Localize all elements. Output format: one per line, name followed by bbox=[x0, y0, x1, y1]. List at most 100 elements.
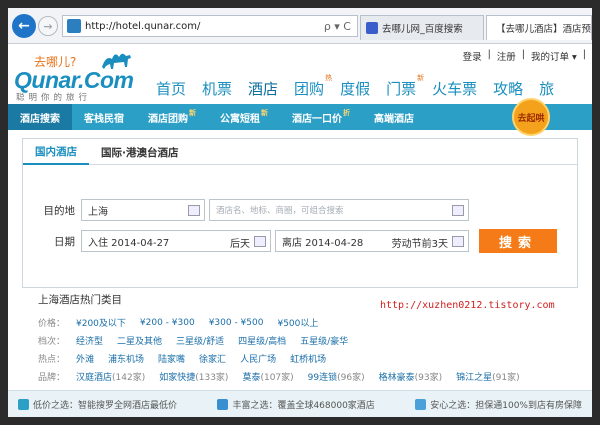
category-link[interactable]: 人民广场 bbox=[240, 352, 276, 365]
brand-link[interactable]: 如家快捷(133家) bbox=[159, 370, 228, 383]
baidu-favicon-icon bbox=[366, 22, 378, 34]
shield-icon bbox=[415, 398, 427, 410]
brand-link[interactable]: 莫泰(107家) bbox=[242, 370, 293, 383]
subnav-hotel-groupbuy[interactable]: 酒店团购新 bbox=[136, 104, 208, 130]
checkin-value: 入住 2014-04-27 bbox=[88, 237, 170, 249]
price-row: 价格： ¥200及以下 ¥200 - ¥300 ¥300 - ¥500 ¥500… bbox=[38, 316, 332, 330]
tab-label: 【去哪儿酒店】酒店预 bbox=[496, 24, 592, 35]
tab-international-hotels[interactable]: 国际·港澳台酒店 bbox=[89, 139, 191, 165]
city-picker-icon[interactable] bbox=[188, 205, 200, 216]
row-label: 热点： bbox=[38, 355, 66, 365]
category-link[interactable]: 徐家汇 bbox=[199, 352, 226, 365]
hotel-search-panel: 国内酒店 国际·港澳台酒店 目的地 上海 酒店名、地标、商圈，可组合搜索 日期 … bbox=[22, 138, 578, 288]
watermark-text: http://xuzhen0212.tistory.com bbox=[380, 300, 555, 311]
category-link[interactable]: 三星级/舒适 bbox=[176, 334, 224, 347]
nav-home[interactable]: 首页 bbox=[148, 75, 194, 101]
nav-groupbuy[interactable]: 团购热 bbox=[286, 74, 332, 101]
category-link[interactable]: 外滩 bbox=[76, 352, 94, 365]
login-link[interactable]: 登录 bbox=[463, 49, 482, 63]
browser-tab-baidu[interactable]: 去哪儿网_百度搜索 bbox=[360, 15, 484, 40]
checkout-value: 离店 2014-04-28 bbox=[282, 237, 364, 249]
row-label: 档次： bbox=[38, 337, 66, 347]
divider: | bbox=[582, 49, 586, 60]
keyword-picker-icon[interactable] bbox=[452, 205, 464, 216]
category-link[interactable]: 五星级/豪华 bbox=[300, 334, 348, 347]
subnav-fixed-price[interactable]: 酒店一口价折 bbox=[280, 104, 362, 130]
destination-input[interactable]: 上海 bbox=[81, 199, 205, 221]
feature-guarantee: 安心之选：担保通100%到店有房保障 bbox=[415, 398, 582, 411]
nav-train[interactable]: 火车票 bbox=[424, 75, 485, 101]
brand-name: 格林豪泰 bbox=[378, 373, 415, 383]
category-link[interactable]: 虹桥机场 bbox=[290, 352, 326, 365]
brand-name: 莫泰 bbox=[242, 373, 261, 383]
url-text[interactable]: http://hotel.qunar.com/ bbox=[85, 21, 324, 32]
brand-count: (93家) bbox=[414, 373, 443, 383]
category-link[interactable]: 经济型 bbox=[76, 334, 103, 347]
category-link[interactable]: ¥500以上 bbox=[277, 316, 318, 329]
category-link[interactable]: 四星级/高档 bbox=[238, 334, 286, 347]
popular-title: 上海酒店热门类目 bbox=[38, 294, 122, 306]
back-button[interactable]: ← bbox=[12, 14, 36, 38]
brand-count: (107家) bbox=[260, 373, 294, 383]
checkout-note: 劳动节前3天 bbox=[391, 239, 448, 250]
new-badge: 新 bbox=[261, 109, 268, 117]
brand-name: 如家快捷 bbox=[159, 373, 196, 383]
nav-tickets[interactable]: 门票新 bbox=[378, 74, 424, 101]
nav-vacation[interactable]: 度假 bbox=[332, 75, 378, 101]
brand-link[interactable]: 锦江之星(91家) bbox=[456, 370, 520, 383]
brand-link[interactable]: 汉庭酒店(142家) bbox=[76, 370, 145, 383]
subnav-hotel-search[interactable]: 酒店搜索 bbox=[8, 104, 72, 130]
hotel-subnav: 酒店搜索 客栈民宿 酒店团购新 公寓短租新 酒店一口价折 高端酒店 bbox=[8, 104, 592, 130]
register-link[interactable]: 注册 bbox=[497, 49, 516, 63]
subnav-inn[interactable]: 客栈民宿 bbox=[72, 104, 136, 130]
row-label: 品牌： bbox=[38, 373, 66, 383]
category-link[interactable]: 二星及其他 bbox=[117, 334, 162, 347]
qunar-logo[interactable]: 去哪儿? Qunar.Com 聪明你的旅行 bbox=[14, 47, 144, 103]
subnav-label: 酒店一口价 bbox=[292, 113, 342, 125]
keyword-input[interactable]: 酒店名、地标、商圈，可组合搜索 bbox=[209, 199, 469, 221]
feature-text: 安心之选：担保通100%到店有房保障 bbox=[430, 400, 582, 411]
browser-tab-qunar[interactable]: 【去哪儿酒店】酒店预 bbox=[486, 15, 592, 40]
destination-row: 目的地 上海 酒店名、地标、商圈，可组合搜索 bbox=[23, 199, 469, 221]
nav-flights[interactable]: 机票 bbox=[194, 75, 240, 101]
nav-label: 度假 bbox=[340, 79, 371, 98]
checkout-input[interactable]: 离店 2014-04-28 劳动节前3天 bbox=[275, 230, 469, 252]
subnav-luxury[interactable]: 高端酒店 bbox=[362, 104, 426, 130]
date-label: 日期 bbox=[54, 235, 75, 248]
subnav-label: 公寓短租 bbox=[220, 113, 260, 125]
feature-low-price: 低价之选：智能搜罗全网酒店最低价 bbox=[18, 398, 177, 411]
brand-name: 锦江之星 bbox=[456, 373, 493, 383]
nav-label: 火车票 bbox=[432, 79, 478, 98]
category-link[interactable]: ¥300 - ¥500 bbox=[209, 318, 264, 328]
category-link[interactable]: ¥200及以下 bbox=[76, 316, 126, 329]
subnav-apartment[interactable]: 公寓短租新 bbox=[208, 104, 280, 130]
nav-hotels[interactable]: 酒店 bbox=[240, 75, 286, 101]
tab-label: 去哪儿网_百度搜索 bbox=[382, 24, 463, 35]
subnav-label: 高端酒店 bbox=[374, 113, 414, 125]
tab-domestic-hotels[interactable]: 国内酒店 bbox=[23, 139, 89, 165]
keyword-placeholder: 酒店名、地标、商圈，可组合搜索 bbox=[216, 206, 344, 216]
calendar-icon[interactable] bbox=[452, 236, 464, 247]
forward-button[interactable]: → bbox=[38, 16, 58, 36]
nav-travel[interactable]: 旅 bbox=[531, 75, 562, 101]
discount-badge: 折 bbox=[343, 109, 350, 117]
checkin-input[interactable]: 入住 2014-04-27 后天 bbox=[81, 230, 271, 252]
tag-icon bbox=[18, 398, 29, 410]
grade-row: 档次： 经济型 二星及其他 三星级/舒适 四星级/高档 五星级/豪华 bbox=[38, 334, 362, 347]
brand-link[interactable]: 99连锁(96家) bbox=[308, 370, 365, 383]
nav-guide[interactable]: 攻略 bbox=[485, 75, 531, 101]
search-button[interactable]: 搜索 bbox=[479, 229, 557, 253]
my-orders-link[interactable]: 我的订单 ▾ bbox=[531, 49, 577, 63]
brand-link[interactable]: 格林豪泰(93家) bbox=[379, 370, 443, 383]
category-link[interactable]: ¥200 - ¥300 bbox=[140, 318, 195, 328]
brand-count: (142家) bbox=[112, 373, 146, 383]
address-bar[interactable]: http://hotel.qunar.com/ ρ ▾ C bbox=[62, 15, 358, 37]
logo-brand: Qunar.Com bbox=[14, 67, 134, 93]
promo-badge[interactable]: 去起哄 bbox=[512, 98, 550, 136]
address-tools-icon[interactable]: ρ ▾ C bbox=[324, 20, 351, 33]
checkin-note: 后天 bbox=[230, 239, 250, 250]
calendar-icon[interactable] bbox=[254, 236, 266, 247]
category-link[interactable]: 陆家嘴 bbox=[158, 352, 185, 365]
category-link[interactable]: 浦东机场 bbox=[108, 352, 144, 365]
brand-name: 汉庭酒店 bbox=[76, 373, 113, 383]
